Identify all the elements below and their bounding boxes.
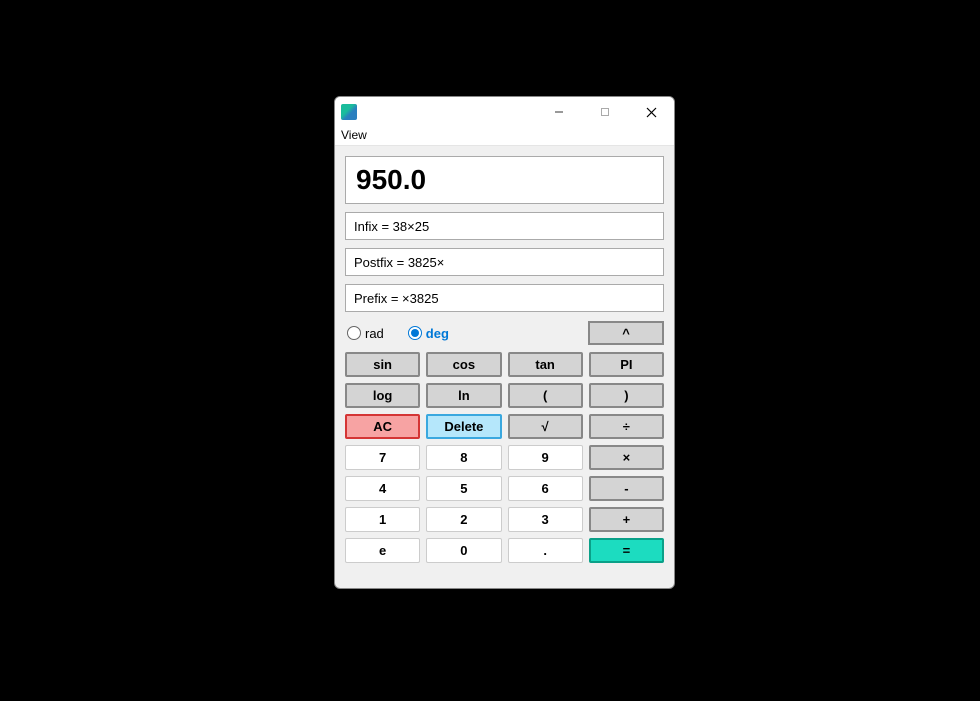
pi-button[interactable]: PI bbox=[589, 352, 664, 377]
tan-button[interactable]: tan bbox=[508, 352, 583, 377]
menubar: View bbox=[335, 127, 674, 146]
ac-button[interactable]: AC bbox=[345, 414, 420, 439]
lparen-button[interactable]: ( bbox=[508, 383, 583, 408]
num-5-button[interactable]: 5 bbox=[426, 476, 501, 501]
ln-button[interactable]: ln bbox=[426, 383, 501, 408]
num-9-button[interactable]: 9 bbox=[508, 445, 583, 470]
add-button[interactable]: + bbox=[589, 507, 664, 532]
deg-label: deg bbox=[426, 326, 449, 341]
deg-radio-icon bbox=[408, 326, 422, 340]
minimize-icon bbox=[554, 107, 564, 117]
num-1-button[interactable]: 1 bbox=[345, 507, 420, 532]
sqrt-button[interactable]: √ bbox=[508, 414, 583, 439]
num-3-button[interactable]: 3 bbox=[508, 507, 583, 532]
delete-button[interactable]: Delete bbox=[426, 414, 501, 439]
window-controls bbox=[536, 97, 674, 127]
num-7-button[interactable]: 7 bbox=[345, 445, 420, 470]
divide-button[interactable]: ÷ bbox=[589, 414, 664, 439]
angle-mode-row: rad deg ^ bbox=[345, 320, 664, 346]
rad-radio-icon bbox=[347, 326, 361, 340]
num-4-button[interactable]: 4 bbox=[345, 476, 420, 501]
log-button[interactable]: log bbox=[345, 383, 420, 408]
content-area: 950.0 Infix = 38×25 Postfix = 3825× Pref… bbox=[335, 146, 674, 571]
maximize-icon bbox=[600, 107, 610, 117]
main-display: 950.0 bbox=[345, 156, 664, 204]
equals-button[interactable]: = bbox=[589, 538, 664, 563]
num-0-button[interactable]: 0 bbox=[426, 538, 501, 563]
deg-radio[interactable]: deg bbox=[408, 326, 449, 341]
e-button[interactable]: e bbox=[345, 538, 420, 563]
num-6-button[interactable]: 6 bbox=[508, 476, 583, 501]
dot-button[interactable]: . bbox=[508, 538, 583, 563]
calculator-window: View 950.0 Infix = 38×25 Postfix = 3825×… bbox=[334, 96, 675, 589]
sin-button[interactable]: sin bbox=[345, 352, 420, 377]
subtract-button[interactable]: - bbox=[589, 476, 664, 501]
minimize-button[interactable] bbox=[536, 97, 582, 127]
prefix-display: Prefix = ×3825 bbox=[345, 284, 664, 312]
num-8-button[interactable]: 8 bbox=[426, 445, 501, 470]
close-icon bbox=[646, 107, 657, 118]
app-icon bbox=[341, 104, 357, 120]
titlebar bbox=[335, 97, 674, 127]
angle-mode-group: rad deg bbox=[345, 326, 582, 341]
num-2-button[interactable]: 2 bbox=[426, 507, 501, 532]
rad-radio[interactable]: rad bbox=[347, 326, 384, 341]
cos-button[interactable]: cos bbox=[426, 352, 501, 377]
close-button[interactable] bbox=[628, 97, 674, 127]
postfix-display: Postfix = 3825× bbox=[345, 248, 664, 276]
menu-view[interactable]: View bbox=[341, 128, 367, 142]
power-button[interactable]: ^ bbox=[588, 321, 664, 345]
rad-label: rad bbox=[365, 326, 384, 341]
maximize-button[interactable] bbox=[582, 97, 628, 127]
infix-display: Infix = 38×25 bbox=[345, 212, 664, 240]
multiply-button[interactable]: × bbox=[589, 445, 664, 470]
button-grid: sin cos tan PI log ln ( ) AC Delete √ ÷ … bbox=[345, 352, 664, 563]
rparen-button[interactable]: ) bbox=[589, 383, 664, 408]
